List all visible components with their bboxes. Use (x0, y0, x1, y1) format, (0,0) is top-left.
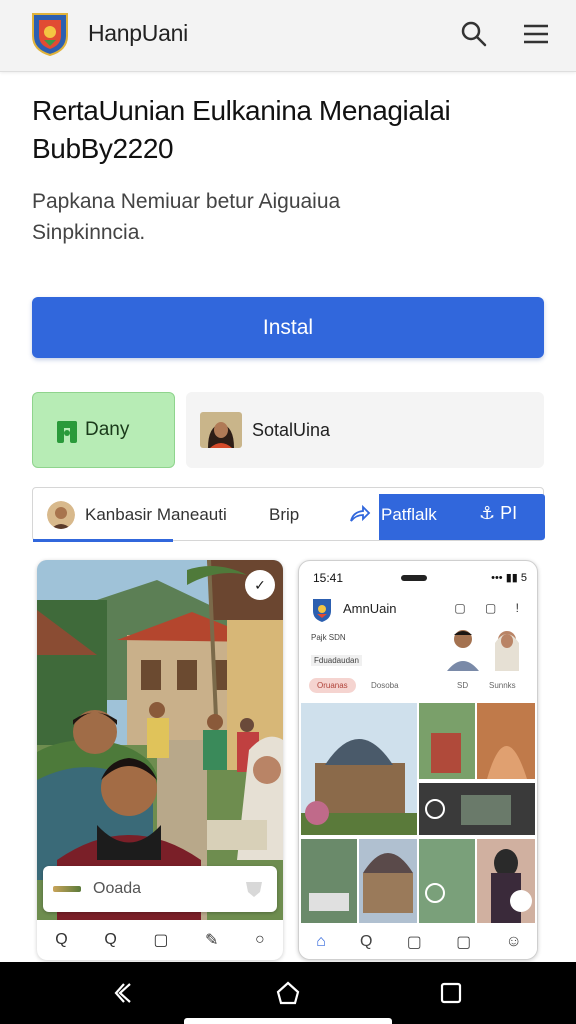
app-brand-name: HanpUani (88, 20, 188, 46)
mini-filter-pills: Oruanas Dosoba SD Sunnks (307, 677, 531, 699)
tab-kanbasir[interactable]: Kanbasir Maneauti (85, 505, 227, 525)
home-icon[interactable] (275, 980, 301, 1006)
mini-tiny-label-1: Pajk SDN (311, 633, 346, 642)
preview-left-nav-4[interactable]: ✎ (205, 930, 218, 950)
mini-pill-4[interactable]: Sunnks (489, 681, 516, 690)
subtext-line-1: Papkana Nemiuar betur Aiguaiua (32, 190, 341, 213)
install-button[interactable]: Instal (32, 297, 544, 358)
preview-search-placeholder: Ooada (93, 880, 142, 897)
hamburger-menu-icon[interactable] (520, 18, 552, 50)
share-arrow-icon[interactable] (347, 503, 371, 527)
app-bar: HanpUani (0, 0, 576, 72)
content-tab-bar: Kanbasir Maneauti Brip Patflalk ⚓ PI (32, 487, 545, 542)
mini-tiny-label-2: Fduadaudan (311, 655, 362, 666)
page-headline: RertaUunian Eulkanina Menagialai BubBy22… (32, 92, 552, 168)
phone-notch (401, 575, 427, 581)
mini-faces-image (435, 625, 531, 671)
preview-right-nav-3[interactable]: ▢ (407, 932, 422, 952)
recents-icon[interactable] (438, 980, 464, 1006)
shield-small-icon[interactable] (243, 878, 265, 900)
preview-left-nav-2[interactable]: Q (104, 931, 116, 949)
headline-line-2: BubBy2220 (32, 133, 174, 164)
preview-search-box[interactable]: Ooada (43, 866, 277, 912)
social-avatar (200, 412, 242, 448)
tab-pi[interactable]: ⚓ PI (479, 503, 517, 524)
preview-right-nav-home[interactable]: ⌂ (316, 933, 326, 951)
preview-left-bottom-nav: Q Q ▢ ✎ ○ (37, 920, 283, 960)
preview-screenshot-left[interactable]: ✓ Ooada Q Q ▢ ✎ ○ (37, 560, 283, 960)
preview-screenshot-right[interactable]: 15:41 ••• ▮▮ 5 AmnUain ▢ ▢ ! Pajk SDN Fd… (298, 560, 538, 960)
crest-shield-icon (313, 599, 331, 622)
back-icon[interactable] (112, 980, 138, 1006)
preview-right-nav-2[interactable]: Q (360, 933, 372, 951)
active-tab-underline (33, 539, 173, 542)
tab-avatar (47, 501, 75, 529)
social-chip[interactable]: SotalUina (186, 392, 544, 468)
preview-right-nav-4[interactable]: ▢ (456, 932, 471, 952)
mini-pill-3[interactable]: SD (457, 681, 468, 690)
social-chip-label: SotalUina (252, 419, 331, 440)
home-indicator (184, 1018, 392, 1024)
preview-left-nav-5[interactable]: ○ (255, 931, 265, 949)
mini-pill-1[interactable]: Oruanas (309, 678, 356, 693)
search-icon[interactable] (458, 18, 490, 50)
system-nav-bar (0, 962, 576, 1024)
phone-status-time: 15:41 (313, 571, 344, 585)
preview-right-bottom-nav: ⌂ Q ▢ ▢ ☺ (299, 923, 537, 959)
tab-patflalk[interactable]: Patflalk (381, 505, 437, 525)
subtext-line-2: Sinpkinncia. (32, 221, 146, 244)
mini-photo-grid[interactable] (301, 703, 537, 923)
flag-icon (53, 886, 81, 892)
phone-status-signal: ••• ▮▮ 5 (491, 572, 527, 584)
mini-pill-2[interactable]: Dosoba (371, 681, 399, 690)
daily-chip[interactable]: Dany (32, 392, 175, 468)
tab-brip[interactable]: Brip (269, 505, 299, 525)
crest-shield-icon[interactable] (30, 10, 70, 56)
preview-right-nav-5[interactable]: ☺ (506, 933, 522, 951)
preview-left-nav-1[interactable]: Q (55, 931, 67, 949)
daily-chip-label: Dany (85, 419, 130, 440)
mini-app-title: AmnUain (343, 601, 397, 616)
green-figure-icon (57, 421, 77, 443)
mini-header-icons: ▢ ▢ ! (454, 601, 527, 615)
page-subtext: Papkana Nemiuar betur Aiguaiua Sinpkinnc… (32, 186, 532, 248)
headline-line-1: RertaUunian Eulkanina Menagialai (32, 95, 451, 126)
checkmark-badge[interactable]: ✓ (245, 570, 275, 600)
preview-left-nav-3[interactable]: ▢ (153, 930, 168, 950)
